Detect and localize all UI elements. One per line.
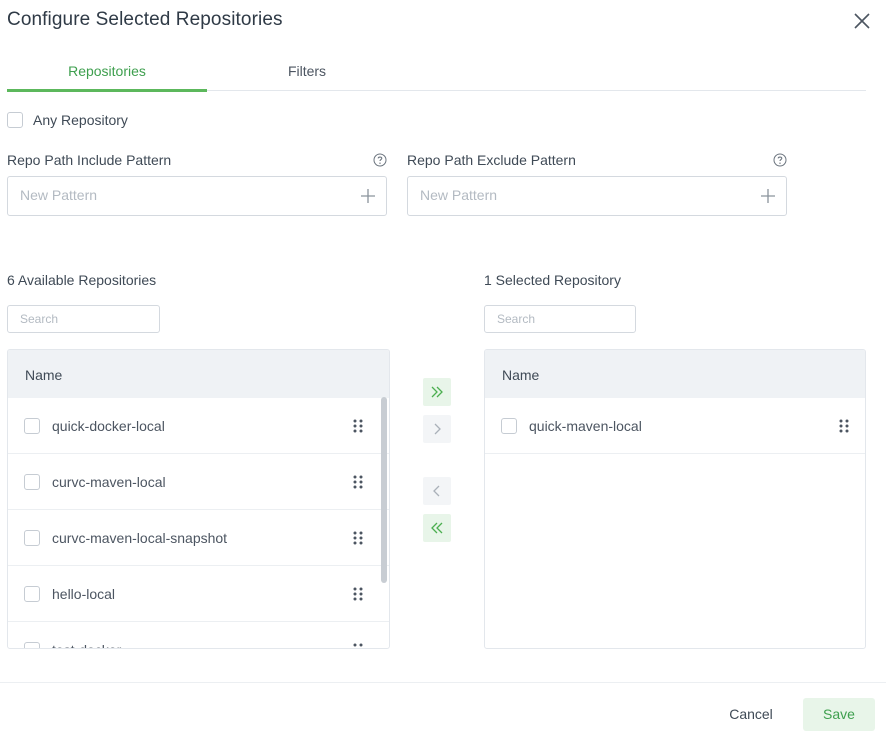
- exclude-pattern-field[interactable]: [407, 176, 787, 216]
- selected-repositories-list: Name quick-maven-local: [484, 349, 866, 649]
- selected-search-input[interactable]: [497, 312, 627, 326]
- list-item[interactable]: quick-maven-local: [485, 398, 865, 454]
- selected-search[interactable]: [484, 305, 636, 333]
- available-search-input[interactable]: [20, 312, 150, 326]
- move-all-right-button[interactable]: [423, 378, 451, 406]
- repository-name: test-docker: [52, 642, 121, 649]
- repository-name: curvc-maven-local: [52, 473, 166, 490]
- list-item[interactable]: test-docker: [8, 622, 389, 648]
- row-checkbox[interactable]: [24, 417, 40, 434]
- double-chevron-left-icon: [431, 522, 443, 534]
- selected-rows[interactable]: quick-maven-local: [485, 398, 865, 648]
- available-name-header: Name: [8, 350, 389, 398]
- row-checkbox[interactable]: [501, 417, 517, 434]
- row-checkbox[interactable]: [24, 585, 40, 602]
- tab-filters[interactable]: Filters: [207, 56, 407, 91]
- repository-name: quick-maven-local: [529, 417, 642, 434]
- list-item[interactable]: hello-local: [8, 566, 389, 622]
- any-repository-label: Any Repository: [33, 112, 128, 128]
- include-pattern-input[interactable]: [20, 187, 340, 203]
- add-include-pattern-icon[interactable]: [360, 188, 376, 204]
- double-chevron-right-icon: [431, 386, 443, 398]
- close-icon[interactable]: [852, 11, 872, 31]
- move-right-button[interactable]: [423, 415, 451, 443]
- list-item[interactable]: curvc-maven-local: [8, 454, 389, 510]
- move-left-button[interactable]: [423, 477, 451, 505]
- available-rows[interactable]: quick-docker-local curvc-maven-local cur…: [8, 398, 389, 648]
- add-exclude-pattern-icon[interactable]: [760, 188, 776, 204]
- drag-handle-icon[interactable]: [839, 419, 849, 433]
- repository-name: hello-local: [52, 585, 116, 602]
- exclude-pattern-input[interactable]: [420, 187, 740, 203]
- drag-handle-icon[interactable]: [353, 419, 363, 433]
- tab-repositories[interactable]: Repositories: [7, 56, 207, 92]
- drag-handle-icon[interactable]: [353, 587, 363, 601]
- list-item[interactable]: quick-docker-local: [8, 398, 389, 454]
- cancel-button[interactable]: Cancel: [720, 699, 782, 731]
- row-checkbox[interactable]: [24, 641, 40, 648]
- save-button[interactable]: Save: [803, 698, 875, 731]
- tab-bar: Repositories Filters: [7, 56, 866, 92]
- move-all-left-button[interactable]: [423, 514, 451, 542]
- available-repositories-title: 6 Available Repositories: [7, 272, 157, 288]
- available-list-scrollbar[interactable]: [381, 397, 387, 583]
- row-checkbox[interactable]: [24, 529, 40, 546]
- selected-repositories-title: 1 Selected Repository: [484, 272, 621, 288]
- help-icon[interactable]: [773, 153, 787, 167]
- chevron-right-icon: [434, 423, 441, 435]
- repository-name: curvc-maven-local-snapshot: [52, 529, 228, 546]
- list-item[interactable]: curvc-maven-local-snapshot: [8, 510, 389, 566]
- drag-handle-icon[interactable]: [353, 475, 363, 489]
- row-checkbox[interactable]: [24, 473, 40, 490]
- dialog-title: Configure Selected Repositories: [7, 9, 283, 30]
- any-repository-checkbox[interactable]: [7, 112, 23, 128]
- available-repositories-list: Name quick-docker-local curvc-maven-loca…: [7, 349, 390, 649]
- exclude-pattern-label: Repo Path Exclude Pattern: [407, 152, 576, 168]
- footer-divider: [0, 682, 886, 683]
- selected-name-header: Name: [485, 350, 865, 398]
- help-icon[interactable]: [373, 153, 387, 167]
- include-pattern-label: Repo Path Include Pattern: [7, 152, 172, 168]
- any-repository-option[interactable]: Any Repository: [7, 112, 128, 128]
- available-search[interactable]: [7, 305, 160, 333]
- include-pattern-field[interactable]: [7, 176, 387, 216]
- drag-handle-icon[interactable]: [353, 531, 363, 545]
- chevron-left-icon: [433, 485, 440, 497]
- repository-name: quick-docker-local: [52, 417, 165, 434]
- drag-handle-icon[interactable]: [353, 643, 363, 648]
